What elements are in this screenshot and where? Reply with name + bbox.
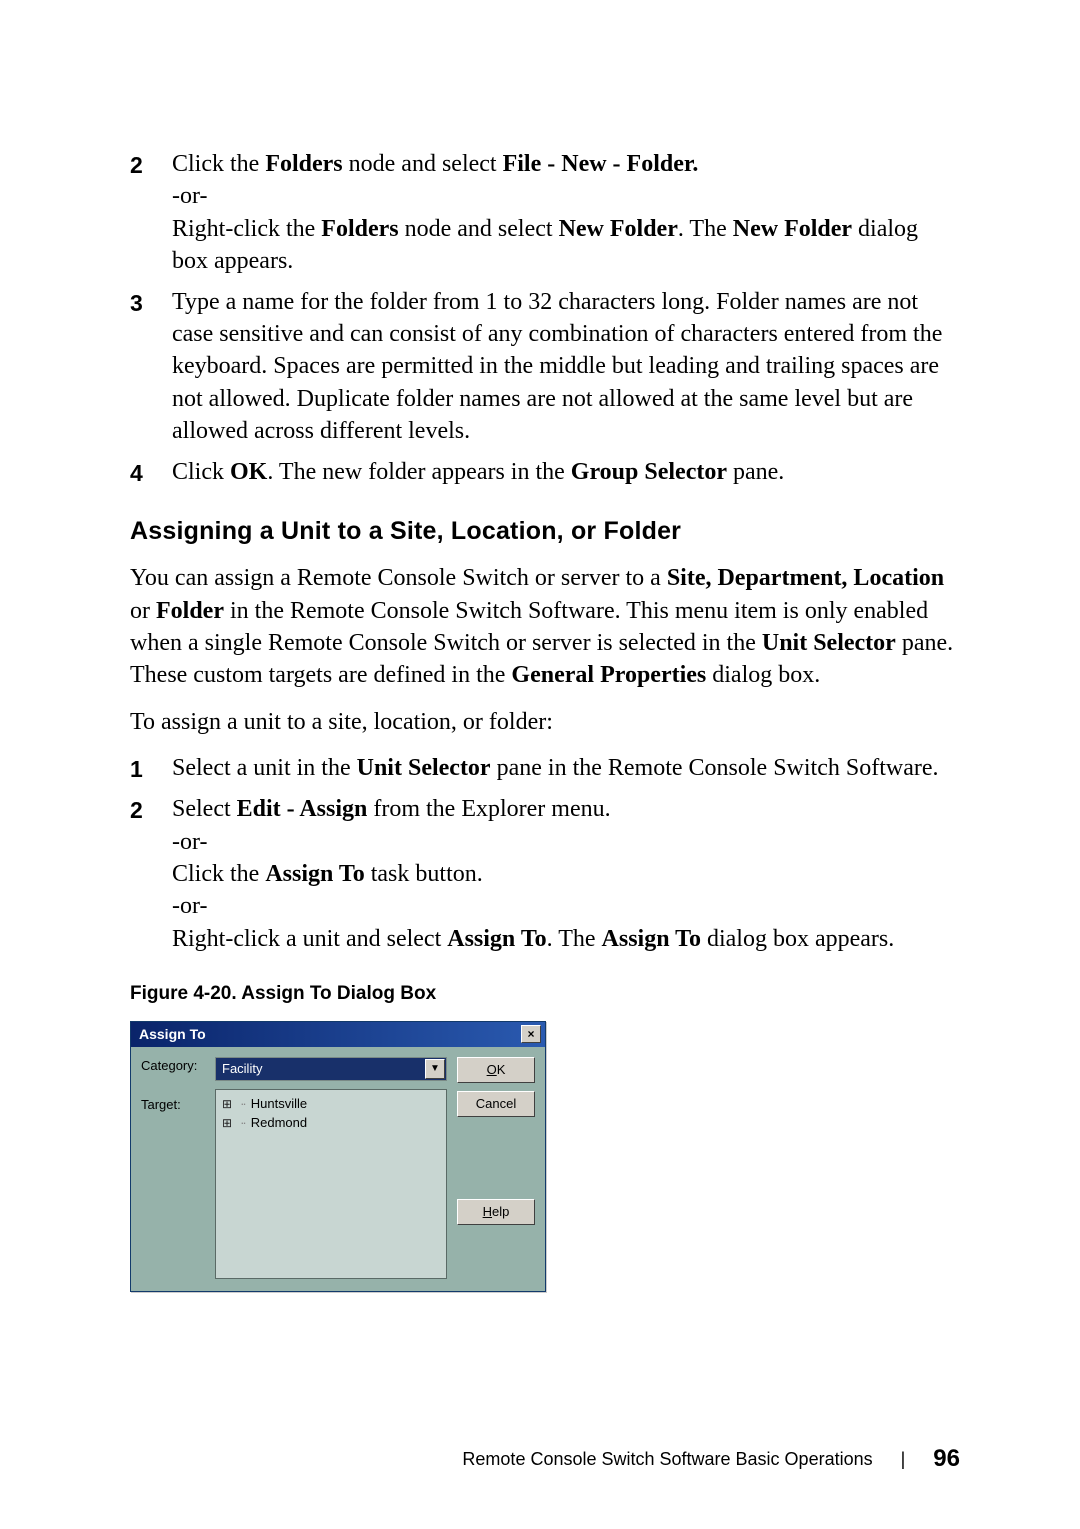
list-item-4: 4 Click OK. The new folder appears in th… [130, 456, 960, 489]
text: task button. [365, 861, 483, 887]
assign-to-dialog: Assign To × Category: Target: Facility ▼… [130, 1021, 546, 1292]
text: You can assign a Remote Console Switch o… [130, 565, 667, 591]
page-footer: Remote Console Switch Software Basic Ope… [462, 1443, 960, 1475]
bold: OK [230, 459, 267, 485]
or-text: -or- [172, 893, 208, 919]
bold: Unit Selector [762, 630, 896, 656]
text: or [130, 598, 156, 624]
dialog-body: Category: Target: Facility ▼ ··Huntsvill… [131, 1047, 545, 1291]
category-label: Category: [141, 1057, 205, 1075]
text: node and select [343, 151, 503, 177]
document-page: 2 Click the Folders node and select File… [0, 0, 1080, 1529]
bold: File - New - Folder. [503, 151, 699, 177]
text: Click the [172, 151, 265, 177]
list-number: 4 [130, 456, 172, 489]
list-body: Select a unit in the Unit Selector pane … [172, 752, 960, 784]
text: Right-click the [172, 216, 321, 242]
text: Select a unit in the [172, 755, 357, 781]
dialog-title: Assign To [139, 1025, 206, 1044]
text: pane in the Remote Console Switch Softwa… [491, 755, 939, 781]
category-select[interactable]: Facility ▼ [215, 1057, 447, 1081]
intro-paragraph: You can assign a Remote Console Switch o… [130, 562, 960, 692]
bold: Assign To [265, 861, 364, 887]
ordered-list-b: 1 Select a unit in the Unit Selector pan… [130, 752, 960, 955]
text: Right-click a unit and select [172, 926, 447, 952]
tree-item-redmond[interactable]: ··Redmond [222, 1113, 440, 1133]
text: dialog box appears. [701, 926, 894, 952]
tree-label: Redmond [251, 1113, 307, 1133]
bold: Assign To [447, 926, 546, 952]
bold: Assign To [602, 926, 701, 952]
text: dialog box. [706, 662, 820, 688]
text: Click the [172, 861, 265, 887]
list-body: Click the Folders node and select File -… [172, 148, 960, 278]
text: from the Explorer menu. [367, 796, 610, 822]
spacer [457, 1125, 535, 1191]
lead-text: To assign a unit to a site, location, or… [130, 706, 960, 738]
list-number: 2 [130, 793, 172, 826]
bold: New Folder [733, 216, 852, 242]
text: Click [172, 459, 230, 485]
section-heading: Assigning a Unit to a Site, Location, or… [130, 515, 960, 549]
list-number: 1 [130, 752, 172, 785]
text: pane. [727, 459, 784, 485]
bold: Group Selector [571, 459, 727, 485]
bold: Folders [265, 151, 342, 177]
page-number: 96 [933, 1443, 960, 1475]
or-text: -or- [172, 829, 208, 855]
dialog-buttons-column: OK Cancel Help [457, 1057, 535, 1279]
tree-label: Huntsville [251, 1094, 307, 1114]
bold: Folders [321, 216, 398, 242]
bold: General Properties [511, 662, 706, 688]
text: . The [678, 216, 733, 242]
bold: Unit Selector [357, 755, 491, 781]
chevron-down-icon: ▼ [430, 1062, 440, 1076]
or-text: -or- [172, 183, 208, 209]
list-body: Select Edit - Assign from the Explorer m… [172, 793, 960, 955]
text: node and select [399, 216, 559, 242]
list-item-b2: 2 Select Edit - Assign from the Explorer… [130, 793, 960, 955]
text: . The [547, 926, 602, 952]
bold: Site, Department, Location [667, 565, 944, 591]
category-value: Facility [222, 1060, 262, 1078]
help-button[interactable]: Help [457, 1199, 535, 1225]
list-body: Click OK. The new folder appears in the … [172, 456, 960, 488]
bold: Edit - Assign [237, 796, 368, 822]
figure-caption: Figure 4-20. Assign To Dialog Box [130, 981, 960, 1007]
bold: Folder [156, 598, 224, 624]
footer-separator: | [901, 1447, 906, 1471]
text: . The new folder appears in the [267, 459, 570, 485]
tree-item-huntsville[interactable]: ··Huntsville [222, 1094, 440, 1114]
list-item-b1: 1 Select a unit in the Unit Selector pan… [130, 752, 960, 785]
text: Select [172, 796, 237, 822]
dropdown-button[interactable]: ▼ [425, 1059, 445, 1079]
ok-button[interactable]: OK [457, 1057, 535, 1083]
bold: New Folder [559, 216, 678, 242]
dialog-titlebar: Assign To × [131, 1022, 545, 1047]
list-number: 2 [130, 148, 172, 181]
footer-text: Remote Console Switch Software Basic Ope… [462, 1447, 872, 1471]
list-item-2: 2 Click the Folders node and select File… [130, 148, 960, 278]
list-item-3: 3 Type a name for the folder from 1 to 3… [130, 286, 960, 448]
list-body: Type a name for the folder from 1 to 32 … [172, 286, 960, 448]
target-tree[interactable]: ··Huntsville ··Redmond [215, 1089, 447, 1279]
dialog-fields-column: Facility ▼ ··Huntsville ··Redmond [215, 1057, 447, 1279]
close-button[interactable]: × [521, 1025, 541, 1043]
dialog-labels-column: Category: Target: [141, 1057, 205, 1279]
cancel-button[interactable]: Cancel [457, 1091, 535, 1117]
close-icon: × [527, 1028, 534, 1040]
list-number: 3 [130, 286, 172, 319]
ordered-list-a: 2 Click the Folders node and select File… [130, 148, 960, 489]
target-label: Target: [141, 1096, 205, 1114]
